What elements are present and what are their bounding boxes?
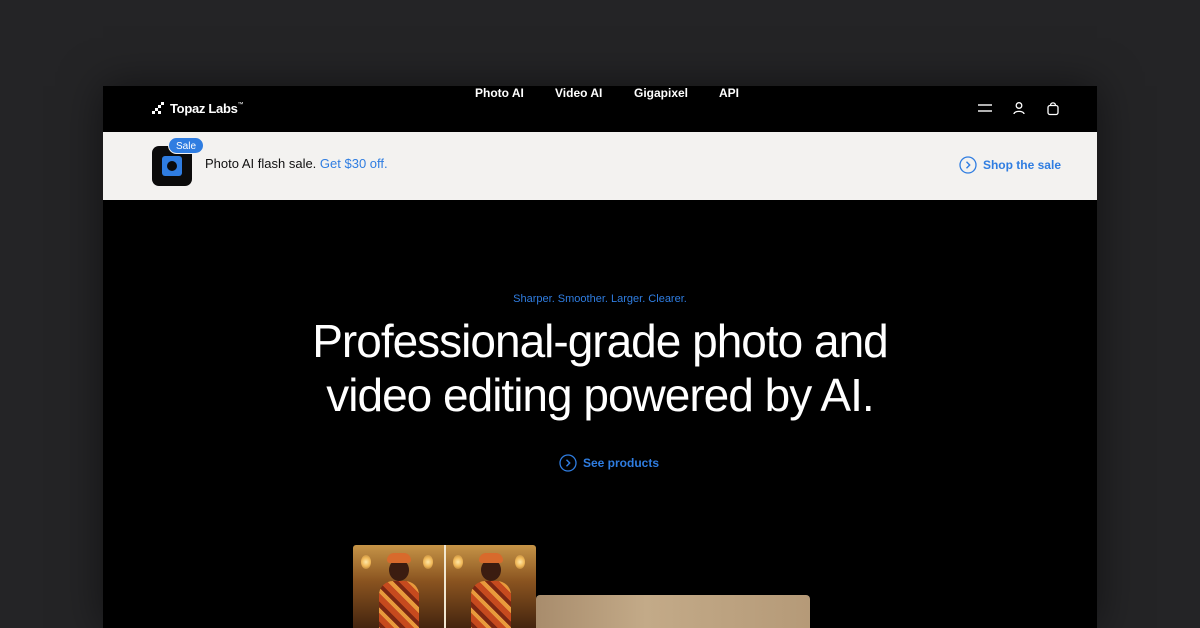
sale-badge: Sale [168,137,205,154]
shop-the-sale-link[interactable]: Shop the sale [959,156,1061,174]
sale-banner: Sale Photo AI flash sale. Get $30 off. S… [103,132,1097,200]
nav-link-api[interactable]: API [719,86,739,100]
logo-text: Topaz Labs [170,100,238,116]
video-comparison-preview [353,545,536,628]
logo[interactable]: Topaz Labs™ [152,100,244,116]
hero-eyebrow: Sharper. Smoother. Larger. Clearer. [513,293,687,305]
banner-discount-link[interactable]: Get $30 off. [320,156,388,171]
banner-message: Photo AI flash sale. Get $30 off. [205,156,388,171]
account-icon[interactable] [1011,100,1027,116]
nav-link-photo-ai[interactable]: Photo AI [475,86,524,100]
cart-icon[interactable] [1045,100,1061,116]
hero-headline-line-2: video editing powered by AI. [326,369,874,421]
photo-preview [536,595,810,628]
nav-icons [977,100,1061,116]
see-products-label: See products [583,456,660,470]
nav-link-gigapixel[interactable]: Gigapixel [634,86,688,100]
hero-headline-line-1: Professional-grade photo and [312,315,889,367]
shop-the-sale-label: Shop the sale [982,158,1061,172]
logo-trademark: ™ [237,101,244,108]
comparison-divider[interactable] [444,545,446,628]
see-products-link[interactable]: See products [559,454,659,472]
banner-text: Photo AI flash sale. [205,156,317,171]
hero-headline: Professional-grade photo and video editi… [103,314,1097,422]
logo-mark-icon [152,102,164,114]
top-nav: Topaz Labs™ Photo AI Video AI Gigapixel … [103,86,1097,132]
circle-chevron-right-icon [959,156,977,174]
website-frame: Topaz Labs™ Photo AI Video AI Gigapixel … [103,86,1097,628]
nav-link-video-ai[interactable]: Video AI [555,86,602,100]
circle-chevron-right-icon [559,454,577,472]
menu-icon[interactable] [977,100,993,116]
